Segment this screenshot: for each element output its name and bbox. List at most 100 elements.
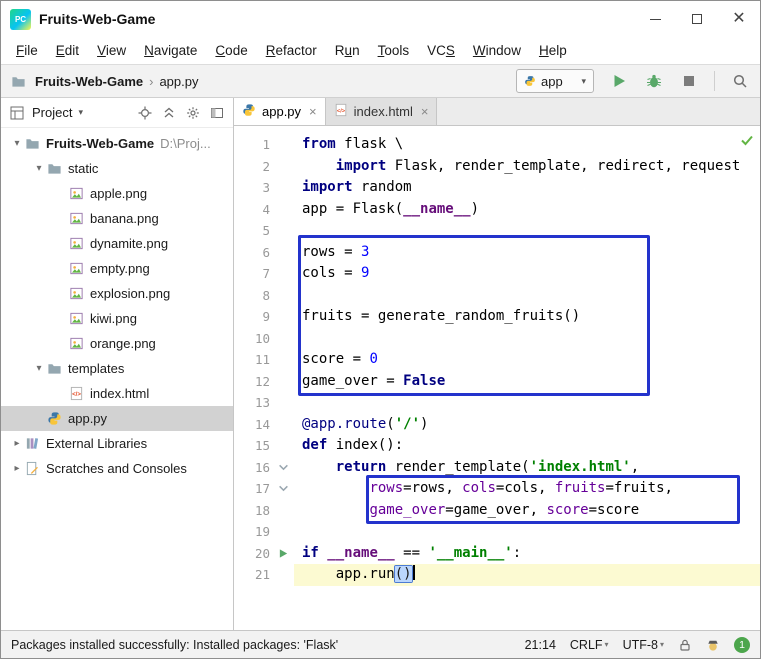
- project-panel-title[interactable]: Project: [32, 105, 72, 120]
- code-text[interactable]: if __name__ == '__main__':: [294, 543, 760, 565]
- code-text[interactable]: import random: [294, 177, 760, 199]
- hide-panel-button[interactable]: [208, 104, 226, 122]
- tab-index.html[interactable]: </>index.html×: [326, 98, 438, 125]
- chevron-down-icon[interactable]: ▾: [31, 363, 47, 374]
- image-icon: [69, 261, 87, 277]
- close-icon: ✕: [732, 11, 745, 27]
- tree-item-static[interactable]: ▾static: [1, 156, 233, 181]
- menu-run[interactable]: Run: [326, 40, 369, 61]
- code-line-20: 20if __name__ == '__main__':: [234, 543, 760, 565]
- image-icon: [69, 336, 87, 352]
- menu-navigate[interactable]: Navigate: [135, 40, 206, 61]
- inspector-profile-icon[interactable]: [706, 638, 720, 652]
- chevron-down-icon[interactable]: ▾: [31, 163, 47, 174]
- code-text[interactable]: [294, 285, 760, 307]
- tree-item-dynamite.png[interactable]: dynamite.png: [1, 231, 233, 256]
- maximize-button[interactable]: [676, 1, 718, 37]
- minimize-button[interactable]: [634, 1, 676, 37]
- chevron-right-icon[interactable]: ▸: [9, 438, 25, 449]
- chevron-down-icon[interactable]: ▾: [9, 138, 25, 149]
- code-line-19: 19: [234, 521, 760, 543]
- tree-item-app.py[interactable]: app.py: [1, 406, 233, 431]
- fold-icon[interactable]: [276, 457, 294, 479]
- main-toolbar: Fruits-Web-Game›app.py app ▾: [1, 64, 760, 98]
- code-text[interactable]: [294, 328, 760, 350]
- code-text[interactable]: rows=rows, cols=cols, fruits=fruits,: [294, 478, 760, 500]
- code-text[interactable]: return render_template('index.html',: [294, 457, 760, 479]
- node-label: app.py: [68, 411, 107, 426]
- close-tab-icon[interactable]: ×: [419, 104, 429, 119]
- close-tab-icon[interactable]: ×: [307, 104, 317, 119]
- fold-strip: [276, 392, 294, 414]
- menu-code[interactable]: Code: [206, 40, 256, 61]
- code-text[interactable]: app.run(): [294, 564, 760, 586]
- code-text[interactable]: score = 0: [294, 349, 760, 371]
- code-text[interactable]: game_over = False: [294, 371, 760, 393]
- stop-button[interactable]: [679, 71, 699, 91]
- tree-item-templates[interactable]: ▾templates: [1, 356, 233, 381]
- code-line-3: 3 import random: [234, 177, 760, 199]
- code-line-6: 6rows = 3: [234, 242, 760, 264]
- status-message[interactable]: Packages installed successfully: Install…: [11, 638, 338, 652]
- code-text[interactable]: [294, 392, 760, 414]
- lock-icon[interactable]: [678, 638, 692, 652]
- debug-button[interactable]: [644, 71, 664, 91]
- status-bar: Packages installed successfully: Install…: [1, 630, 760, 658]
- code-text[interactable]: from flask \: [294, 134, 760, 156]
- tree-item-apple.png[interactable]: apple.png: [1, 181, 233, 206]
- tree-item-banana.png[interactable]: banana.png: [1, 206, 233, 231]
- editor[interactable]: 1from flask \2 import Flask, render_temp…: [234, 126, 760, 630]
- tree-item-fruits-web-game[interactable]: ▾Fruits-Web-GameD:\Proj...: [1, 131, 233, 156]
- tree-item-scratches-and-consoles[interactable]: ▸Scratches and Consoles: [1, 456, 233, 481]
- tree-item-empty.png[interactable]: empty.png: [1, 256, 233, 281]
- tree-item-kiwi.png[interactable]: kiwi.png: [1, 306, 233, 331]
- code-text[interactable]: rows = 3: [294, 242, 760, 264]
- search-everywhere-button[interactable]: [730, 71, 750, 91]
- collapse-all-button[interactable]: [160, 104, 178, 122]
- code-text[interactable]: [294, 220, 760, 242]
- run-button[interactable]: [609, 71, 629, 91]
- run-gutter-icon[interactable]: [276, 543, 294, 565]
- maximize-icon: [692, 14, 702, 24]
- chevron-right-icon[interactable]: ▸: [9, 463, 25, 474]
- menu-vcs[interactable]: VCS: [418, 40, 464, 61]
- tab-app.py[interactable]: app.py×: [234, 98, 326, 125]
- menu-file[interactable]: File: [7, 40, 47, 61]
- locate-file-button[interactable]: [136, 104, 154, 122]
- code-text[interactable]: import Flask, render_template, redirect,…: [294, 156, 760, 178]
- inspections-ok-icon[interactable]: [740, 133, 754, 147]
- breadcrumb-item[interactable]: Fruits-Web-Game: [33, 74, 145, 89]
- menu-edit[interactable]: Edit: [47, 40, 88, 61]
- settings-gear-button[interactable]: [184, 104, 202, 122]
- code-text[interactable]: [294, 521, 760, 543]
- code-text[interactable]: cols = 9: [294, 263, 760, 285]
- menu-window[interactable]: Window: [464, 40, 530, 61]
- fold-strip: [276, 521, 294, 543]
- breadcrumb-item[interactable]: app.py: [157, 74, 200, 89]
- code-text[interactable]: fruits = generate_random_fruits(): [294, 306, 760, 328]
- chevron-down-icon[interactable]: ▾: [78, 107, 83, 118]
- code-text[interactable]: @app.route('/'): [294, 414, 760, 436]
- tree-item-orange.png[interactable]: orange.png: [1, 331, 233, 356]
- menu-help[interactable]: Help: [530, 40, 576, 61]
- menu-view[interactable]: View: [88, 40, 135, 61]
- code-text[interactable]: game_over=game_over, score=score: [294, 500, 760, 522]
- node-label: banana.png: [90, 211, 159, 226]
- tree-item-external-libraries[interactable]: ▸External Libraries: [1, 431, 233, 456]
- tree-item-explosion.png[interactable]: explosion.png: [1, 281, 233, 306]
- close-button[interactable]: ✕: [718, 1, 760, 37]
- caret-position-widget[interactable]: 21:14: [525, 638, 556, 652]
- fold-icon[interactable]: [276, 478, 294, 500]
- notification-badge[interactable]: 1: [734, 637, 750, 653]
- line-ending-widget[interactable]: CRLF▾: [570, 638, 609, 652]
- menu-refactor[interactable]: Refactor: [257, 40, 326, 61]
- code-text[interactable]: app = Flask(__name__): [294, 199, 760, 221]
- fold-strip: [276, 306, 294, 328]
- code-text[interactable]: def index():: [294, 435, 760, 457]
- encoding-widget[interactable]: UTF-8▾: [623, 638, 664, 652]
- menu-tools[interactable]: Tools: [369, 40, 419, 61]
- line-number: 3: [234, 177, 276, 199]
- run-config-selector[interactable]: app ▾: [516, 69, 594, 93]
- line-number: 9: [234, 306, 276, 328]
- tree-item-index.html[interactable]: </>index.html: [1, 381, 233, 406]
